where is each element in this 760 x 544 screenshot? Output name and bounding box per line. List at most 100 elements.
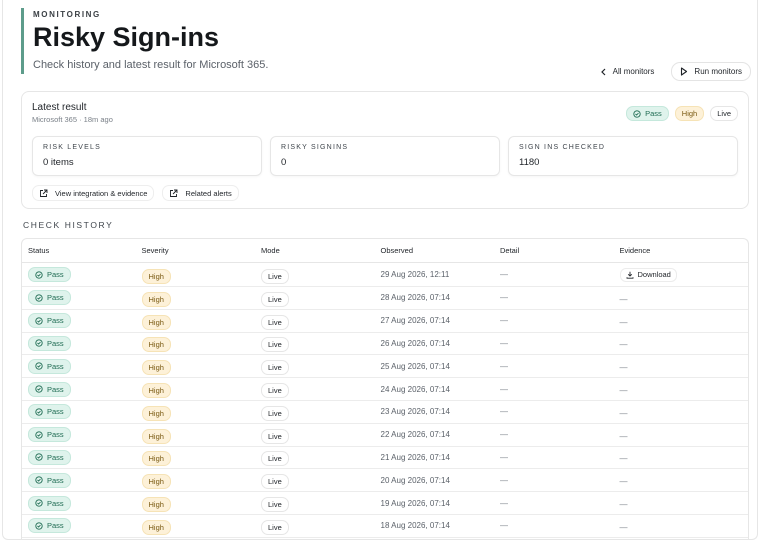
status-label: Pass bbox=[47, 361, 64, 371]
table-row: Pass High Live 18 Aug 2026, 07:14 — — bbox=[22, 515, 748, 538]
latest-result-badges: Pass High Live bbox=[626, 106, 738, 121]
cell-status: Pass bbox=[22, 448, 142, 466]
check-circle-icon bbox=[35, 385, 43, 393]
severity-badge: High bbox=[141, 383, 171, 399]
cell-detail: — bbox=[500, 293, 508, 303]
severity-badge: High bbox=[141, 405, 171, 421]
run-monitors-button[interactable]: Run monitors bbox=[671, 62, 751, 81]
cell-evidence: — bbox=[620, 380, 749, 398]
cell-mode: Live bbox=[261, 494, 381, 513]
column-header-status: Status bbox=[28, 246, 50, 255]
status-badge: Pass bbox=[28, 290, 71, 306]
mode-badge: Live bbox=[261, 519, 289, 535]
header-actions: All monitors Run monitors bbox=[590, 62, 751, 81]
download-label: Download bbox=[637, 270, 671, 279]
evidence-empty: — bbox=[619, 294, 628, 304]
table-row: Pass High Live 29 Aug 2026, 12:11 — Download bbox=[22, 263, 748, 287]
cell-mode: Live bbox=[261, 448, 381, 467]
column-header-evidence: Evidence bbox=[619, 246, 651, 255]
evidence-empty: — bbox=[619, 500, 628, 510]
latest-result-card: Latest result Microsoft 365 · 18m ago Pa… bbox=[21, 91, 749, 209]
table-row: Pass High Live 26 Aug 2026, 07:14 — — bbox=[22, 333, 748, 356]
cell-observed: 25 Aug 2026, 07:14 bbox=[380, 361, 450, 371]
cell-severity: High bbox=[141, 334, 262, 353]
cell-mode: Live bbox=[261, 266, 381, 284]
column-header-observed: Observed bbox=[380, 246, 414, 255]
mode-badge: Live bbox=[261, 268, 289, 284]
external-link-icon bbox=[169, 189, 178, 198]
status-label: Pass bbox=[47, 452, 64, 462]
cell-detail: — bbox=[500, 521, 508, 531]
cell-detail: — bbox=[500, 384, 508, 394]
cell-evidence: — bbox=[620, 403, 749, 421]
monitor-page: MONITORING Risky Sign-ins Check history … bbox=[2, 0, 758, 540]
related-alerts-label: Related alerts bbox=[185, 188, 232, 198]
metric-label: RISKY SIGNINS bbox=[281, 144, 349, 151]
download-button[interactable]: Download bbox=[619, 267, 677, 282]
mode-badge: Live bbox=[261, 360, 289, 376]
evidence-empty: — bbox=[619, 386, 628, 396]
table-row: PassHighLive17 Aug 2026, 07:14—— bbox=[22, 538, 748, 539]
table-row: Pass High Live 20 Aug 2026, 07:14 — — bbox=[22, 469, 748, 493]
page-header: MONITORING Risky Sign-ins Check history … bbox=[21, 8, 751, 81]
check-circle-icon bbox=[35, 339, 43, 348]
evidence-empty: — bbox=[619, 477, 628, 487]
severity-badge: High bbox=[141, 268, 171, 284]
view-integration-link[interactable]: View integration & evidence bbox=[32, 185, 155, 201]
metric-value: 0 bbox=[281, 157, 287, 168]
status-label: Pass bbox=[47, 430, 64, 440]
cell-status: Pass bbox=[22, 380, 142, 398]
cell-evidence: Download bbox=[619, 266, 749, 284]
severity-badge: High bbox=[141, 337, 171, 353]
table-row: Pass High Live 25 Aug 2026, 07:14 — — bbox=[22, 355, 748, 379]
cell-evidence: — bbox=[620, 312, 749, 330]
latest-result-title: Latest result bbox=[32, 102, 87, 113]
severity-badge: High bbox=[674, 106, 705, 121]
table-row: Pass High Live 28 Aug 2026, 07:14 — — bbox=[22, 287, 748, 310]
cell-observed: 27 Aug 2026, 07:14 bbox=[380, 316, 450, 326]
chevron-left-icon bbox=[600, 68, 607, 76]
cell-severity: High bbox=[141, 312, 262, 330]
cell-detail: — bbox=[500, 361, 508, 371]
cell-severity: High bbox=[141, 448, 262, 467]
cell-detail: — bbox=[500, 498, 508, 508]
mode-badge: Live bbox=[261, 314, 289, 330]
evidence-empty: — bbox=[619, 408, 628, 418]
all-monitors-button[interactable]: All monitors bbox=[590, 62, 664, 81]
mode-badge: Live bbox=[261, 428, 289, 444]
status-badge: Pass bbox=[28, 358, 71, 374]
cell-severity: High bbox=[141, 494, 262, 513]
cell-severity: High bbox=[141, 471, 262, 490]
cell-observed: 26 Aug 2026, 07:14 bbox=[380, 338, 450, 348]
status-badge: Pass bbox=[28, 518, 71, 534]
status-label: Pass bbox=[47, 270, 64, 279]
check-circle-icon bbox=[35, 362, 43, 370]
metric-risk-levels: RISK LEVELS 0 items bbox=[32, 136, 262, 176]
cell-observed: 20 Aug 2026, 07:14 bbox=[380, 475, 450, 485]
status-badge: Pass bbox=[28, 472, 71, 488]
cell-status: Pass bbox=[22, 357, 142, 375]
check-history-table: Status Severity Mode Observed Detail Evi… bbox=[21, 238, 749, 539]
cell-observed: 19 Aug 2026, 07:14 bbox=[380, 498, 450, 508]
check-circle-icon bbox=[35, 270, 43, 279]
status-badge: Pass bbox=[28, 381, 71, 397]
latest-result-links: View integration & evidence Related aler… bbox=[32, 185, 239, 201]
latest-result-subtitle: Microsoft 365 · 18m ago bbox=[32, 115, 113, 124]
cell-status: Pass bbox=[22, 334, 142, 352]
cell-severity: High bbox=[141, 266, 262, 284]
play-icon bbox=[680, 67, 688, 76]
cell-observed: 22 Aug 2026, 07:14 bbox=[380, 430, 450, 440]
cell-severity: High bbox=[141, 289, 262, 307]
metric-label: SIGN INS CHECKED bbox=[519, 144, 606, 151]
status-badge: Pass bbox=[28, 427, 71, 443]
check-circle-icon bbox=[35, 317, 43, 325]
severity-badge: High bbox=[141, 519, 171, 535]
status-label: Pass bbox=[47, 293, 64, 303]
related-alerts-link[interactable]: Related alerts bbox=[162, 185, 239, 201]
mode-badge: Live bbox=[261, 497, 289, 513]
status-badge: Pass bbox=[28, 404, 71, 420]
mode-badge: Live bbox=[261, 474, 289, 490]
check-circle-icon bbox=[35, 476, 43, 484]
check-circle-icon bbox=[35, 294, 43, 302]
table-header: Status Severity Mode Observed Detail Evi… bbox=[22, 239, 748, 263]
